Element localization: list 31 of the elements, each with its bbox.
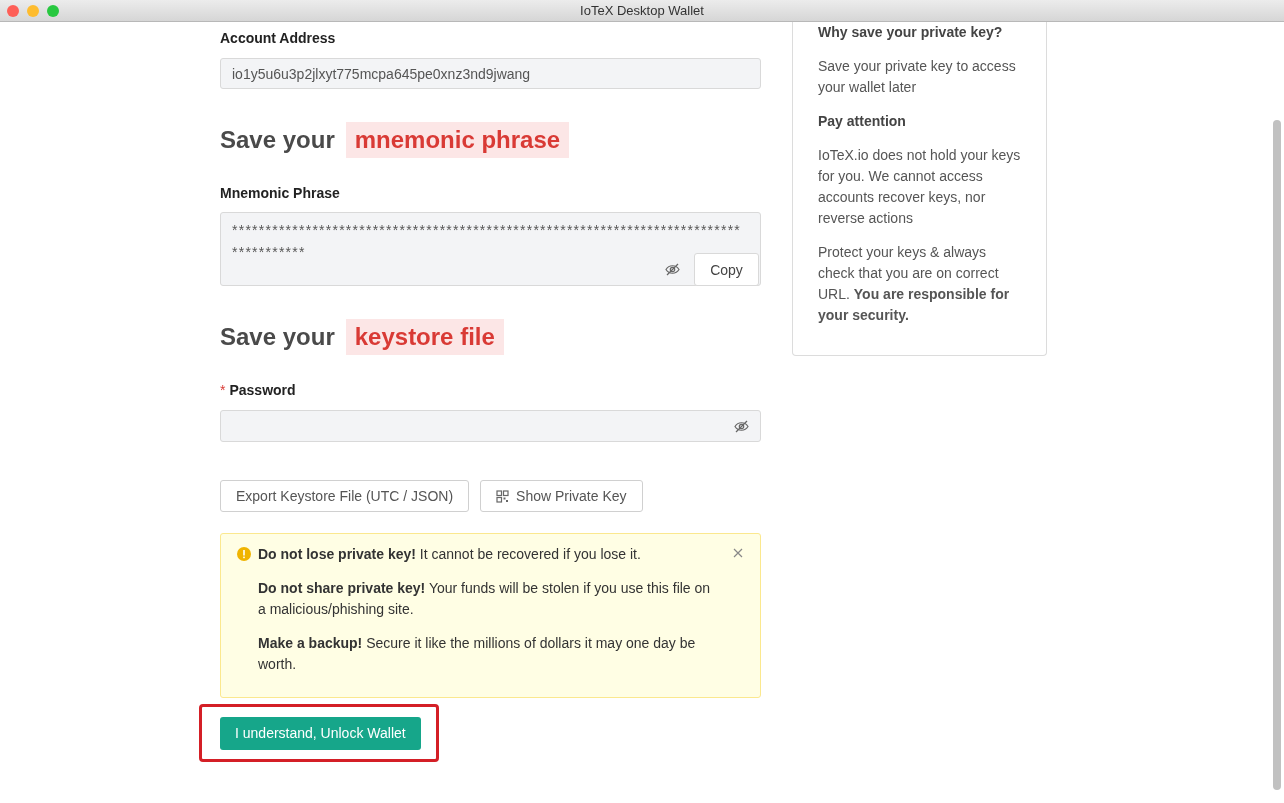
warning-text: Make a backup! Secure it like the millions of dollars it may one day be worth. — [258, 634, 697, 674]
field-label: Account Address — [220, 30, 337, 46]
info-heading: Why save your private key? — [818, 23, 1004, 42]
hidden-eye-icon[interactable] — [734, 419, 749, 433]
field-label: Mnemonic Phrase — [220, 185, 341, 201]
highlighted-heading: mnemonic phrase — [345, 122, 570, 158]
warning-text: Do not lose private key! It cannot be recovered if you lose it. — [258, 545, 642, 564]
scrollbar-thumb[interactable] — [1273, 120, 1281, 790]
show-private-key-button[interactable]: Show Private Key — [480, 480, 643, 512]
info-text: Save your private key to access your wallet later — [818, 57, 1017, 97]
zoom-button[interactable] — [47, 4, 59, 17]
window-title: IoTeX Desktop Wallet — [580, 3, 704, 18]
highlighted-heading: keystore file — [345, 319, 504, 355]
export-keystore-button[interactable]: Export Keystore File (UTC / JSON) — [220, 480, 470, 512]
mnemonic-field[interactable]: *************************************************************************************** Copy — [220, 212, 761, 286]
close-window-button[interactable] — [7, 4, 19, 17]
warning-icon — [237, 547, 251, 561]
address-field[interactable]: io1y5u6u3p2jlxyt775mcpa645pe0xnz3nd9jwang — [220, 58, 761, 89]
warning-text: Do not share private key! Your funds will be stolen if you use this file on a malicious/phishing site. — [258, 579, 712, 619]
section-heading: Save your — [220, 323, 335, 351]
copy-button[interactable]: Copy — [694, 253, 759, 286]
password-field[interactable] — [220, 410, 761, 442]
minimize-button[interactable] — [27, 4, 39, 17]
info-heading: Pay attention — [818, 112, 907, 131]
info-text: Protect your keys & always check that you are on correct URL. You are responsible for your security. — [818, 243, 1011, 325]
hidden-eye-icon[interactable] — [665, 263, 680, 276]
close-icon[interactable] — [733, 548, 743, 558]
section-heading: Save your — [220, 126, 335, 154]
field-label: * Password — [220, 382, 297, 398]
info-text: IoTeX.io does not hold your keys for you. We cannot access accounts recover keys, nor reverse actions — [818, 146, 1021, 228]
qr-code-icon — [496, 489, 510, 503]
